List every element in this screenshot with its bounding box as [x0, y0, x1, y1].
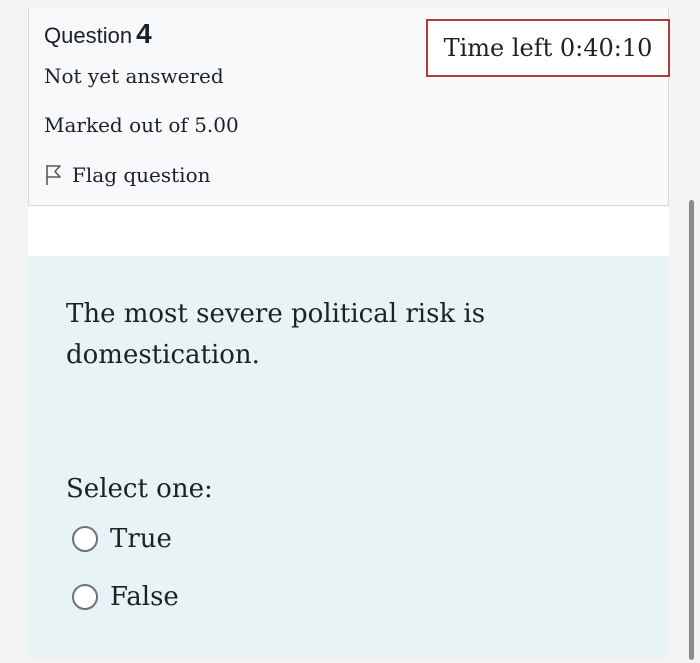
option-true-label: True [110, 524, 172, 554]
quiz-page: Question 4 Not yet answered Marked out of… [0, 0, 700, 663]
option-true[interactable]: True [72, 521, 172, 557]
question-label: Question [44, 23, 133, 48]
radio-unchecked-icon[interactable] [72, 526, 98, 552]
answer-status: Not yet answered [44, 64, 224, 88]
option-false[interactable]: False [72, 579, 179, 615]
radio-unchecked-icon[interactable] [72, 584, 98, 610]
time-left-timer: Time left 0:40:10 [426, 19, 670, 77]
select-one-prompt: Select one: [66, 474, 213, 504]
question-text: The most severe political risk is domest… [66, 299, 486, 370]
section-gap [28, 206, 669, 256]
flag-question-link[interactable]: Flag question [44, 160, 211, 190]
marked-out-of: Marked out of 5.00 [44, 113, 239, 137]
scrollbar[interactable] [689, 200, 694, 660]
flag-icon [44, 163, 64, 187]
option-false-label: False [110, 582, 179, 612]
question-content-card: The most severe political risk is domest… [28, 256, 669, 658]
flag-question-label: Flag question [72, 163, 211, 187]
question-number: 4 [136, 18, 152, 49]
question-heading: Question 4 [44, 18, 152, 50]
